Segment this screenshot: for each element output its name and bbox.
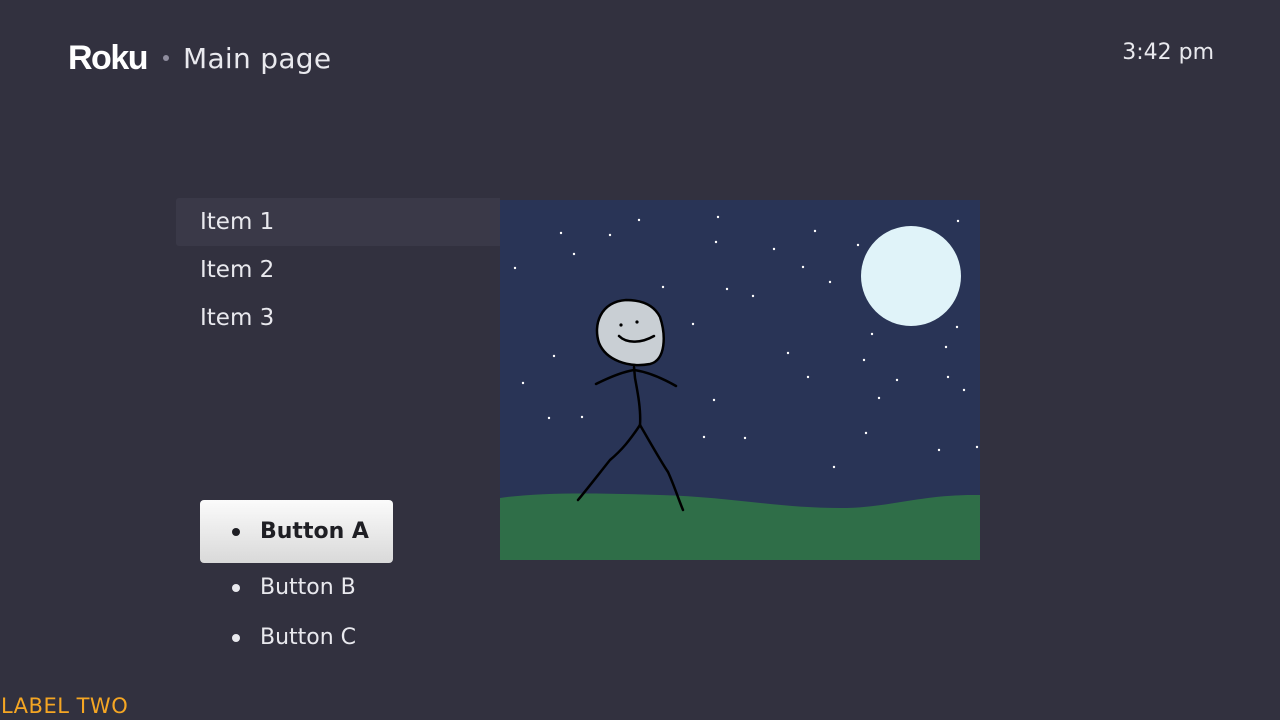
- button-a[interactable]: Button A: [200, 500, 393, 563]
- header-separator-dot: [163, 55, 169, 61]
- button-label: Button C: [260, 625, 357, 650]
- button-label: Button A: [260, 519, 369, 544]
- label-two: LABEL TWO: [1, 694, 129, 718]
- clock: 3:42 pm: [1122, 40, 1214, 65]
- poster-image: [500, 200, 980, 560]
- list-item-2[interactable]: Item 2: [176, 246, 500, 294]
- bullet-icon: [232, 634, 240, 642]
- bullet-icon: [232, 527, 240, 536]
- list-item-3[interactable]: Item 3: [176, 294, 500, 342]
- roku-screen: Roku Main page 3:42 pm Item 1 Item 2 Ite…: [0, 0, 1280, 720]
- button-b[interactable]: Button B: [200, 563, 393, 613]
- grass-hill: [500, 493, 980, 560]
- header: Roku Main page: [68, 36, 331, 80]
- moon: [861, 226, 961, 326]
- button-c[interactable]: Button C: [200, 613, 393, 663]
- page-title: Main page: [183, 41, 332, 75]
- label-list: Item 1 Item 2 Item 3: [176, 198, 500, 342]
- roku-logo: Roku: [68, 39, 149, 77]
- list-item-label: Item 2: [200, 257, 275, 283]
- button-label: Button B: [260, 575, 356, 600]
- bullet-icon: [232, 584, 240, 592]
- list-item-label: Item 3: [200, 305, 275, 331]
- list-item-label: Item 1: [200, 209, 275, 235]
- list-item-1[interactable]: Item 1: [176, 198, 500, 246]
- button-group: Button A Button B Button C: [200, 500, 393, 663]
